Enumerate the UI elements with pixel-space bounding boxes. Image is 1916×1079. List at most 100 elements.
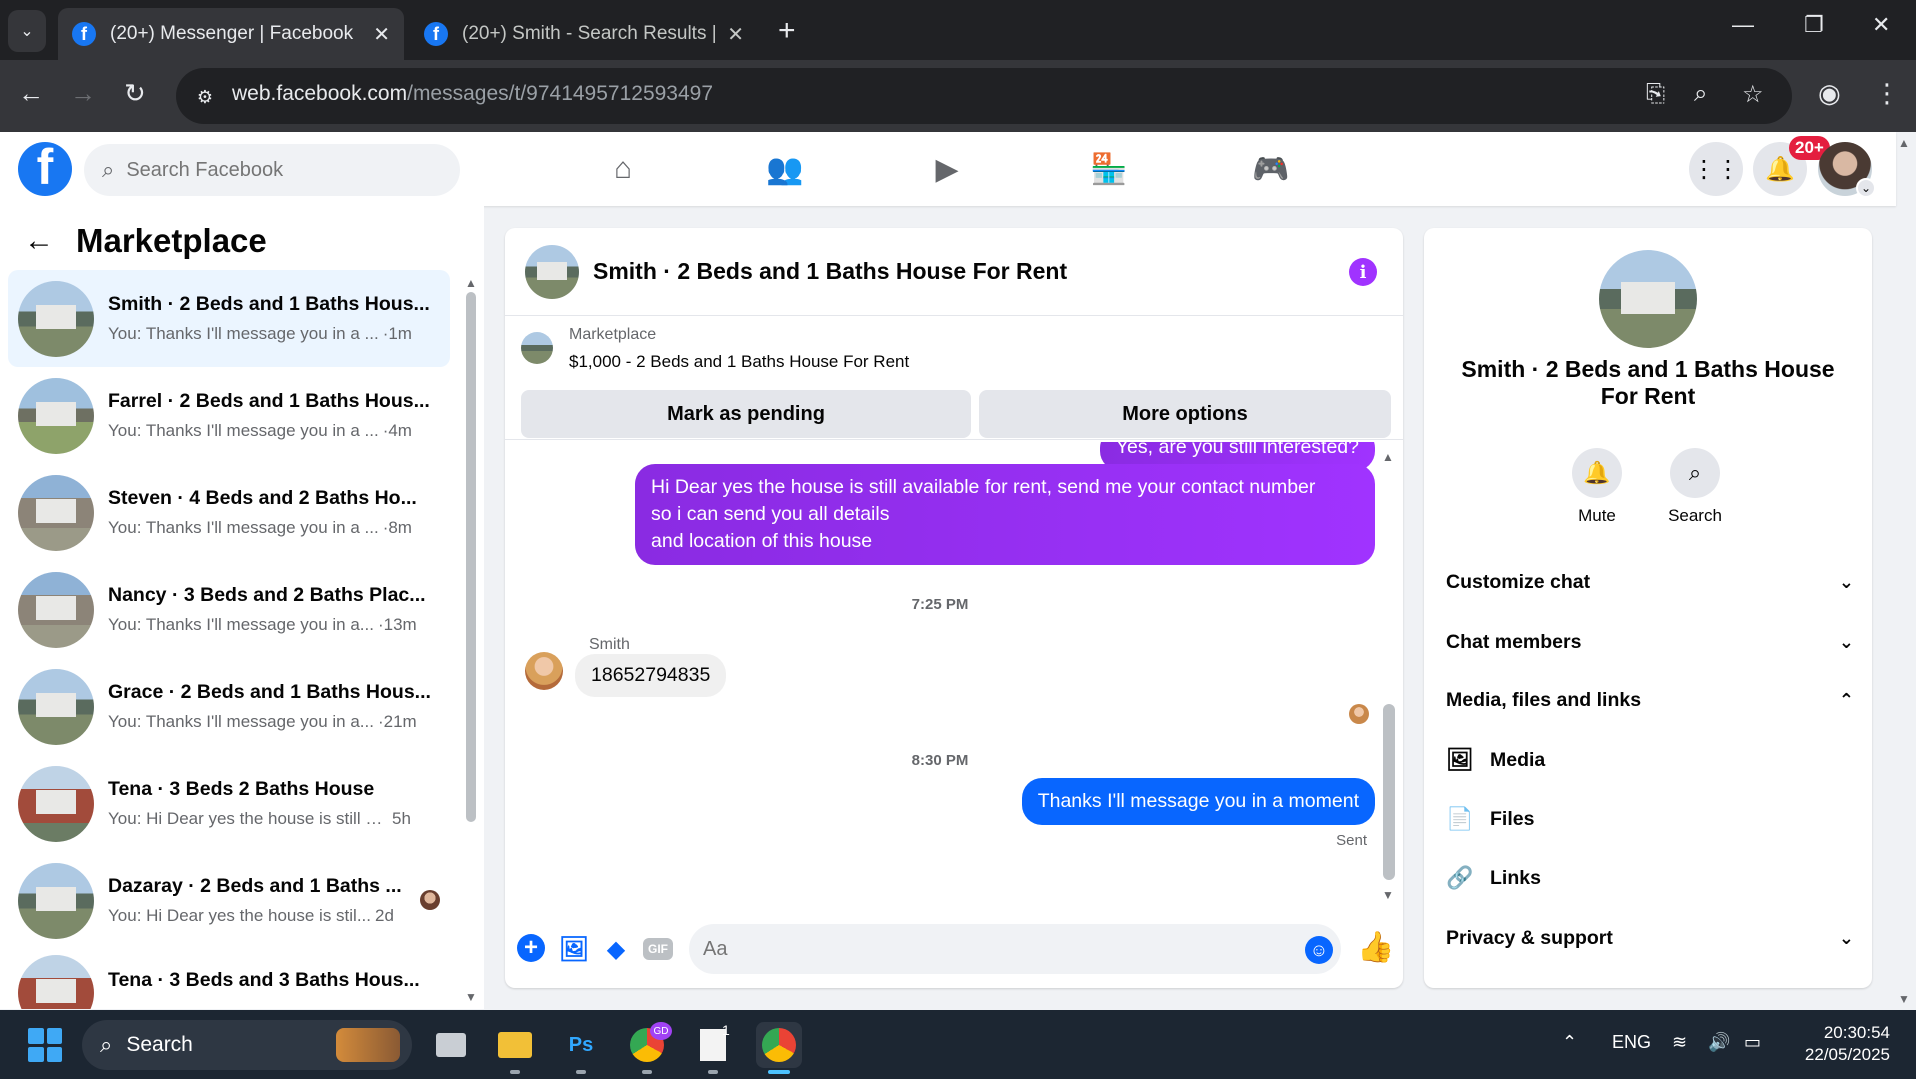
- thumbs-up-icon[interactable]: 👍: [1357, 930, 1394, 965]
- image-icon: 🖼: [1446, 747, 1474, 772]
- conversation-snippet: You: Thanks I'll message you in a...: [108, 712, 374, 731]
- mute-action[interactable]: 🔔 Mute: [1552, 448, 1642, 526]
- chevron-down-icon[interactable]: ⌄: [1856, 178, 1876, 198]
- outgoing-message[interactable]: Thanks I'll message you in a moment: [1021, 778, 1375, 825]
- gaming-icon[interactable]: 🎮: [1250, 148, 1292, 190]
- volume-icon[interactable]: 🔊: [1708, 1032, 1730, 1053]
- outgoing-message[interactable]: Hi Dear yes the house is still available…: [635, 464, 1375, 565]
- mark-as-pending-button[interactable]: Mark as pending: [521, 390, 971, 438]
- photoshop-icon[interactable]: Ps: [558, 1022, 604, 1068]
- chat-window: Smith · 2 Beds and 1 Baths House For Ren…: [505, 228, 1403, 988]
- listing-price-title[interactable]: $1,000 - 2 Beds and 1 Baths House For Re…: [569, 352, 909, 372]
- battery-icon[interactable]: ▭: [1744, 1032, 1761, 1053]
- close-icon[interactable]: ✕: [373, 22, 390, 47]
- friends-icon[interactable]: 👥: [764, 148, 806, 190]
- new-tab-button[interactable]: +: [778, 14, 796, 48]
- conversation-item[interactable]: Farrel · 2 Beds and 1 Baths Hous... You:…: [8, 367, 450, 464]
- chrome-active-icon[interactable]: [756, 1022, 802, 1068]
- browser-tab-search-results[interactable]: f (20+) Smith - Search Results | Fa ✕: [410, 8, 758, 60]
- media-files-links-row[interactable]: Media, files and links ⌃: [1446, 678, 1854, 722]
- profile-icon[interactable]: ◉: [1818, 78, 1841, 109]
- file-explorer-icon[interactable]: [492, 1022, 538, 1068]
- menu-dots-icon[interactable]: ⋮: [1874, 78, 1900, 109]
- page-scroll-down-icon[interactable]: ▼: [1898, 992, 1910, 1006]
- tab-search-button[interactable]: ⌄: [8, 10, 46, 52]
- browser-tab-messenger[interactable]: f (20+) Messenger | Facebook ✕: [58, 8, 404, 60]
- conversation-item[interactable]: Tena · 3 Beds 2 Baths House You: Hi Dear…: [8, 755, 450, 852]
- wifi-icon[interactable]: ≋: [1672, 1032, 1687, 1053]
- language-indicator[interactable]: ENG: [1612, 1032, 1651, 1053]
- scroll-down-arrow-icon[interactable]: ▼: [1382, 888, 1394, 902]
- sender-avatar[interactable]: [525, 652, 563, 690]
- plus-icon[interactable]: +: [517, 934, 545, 962]
- scroll-up-arrow-icon[interactable]: ▲: [465, 276, 477, 290]
- back-arrow-icon[interactable]: ←: [24, 224, 54, 258]
- search-action[interactable]: ⌕ Search: [1650, 448, 1740, 526]
- taskbar-search[interactable]: ⌕ Search: [82, 1020, 412, 1070]
- forward-icon[interactable]: →: [70, 78, 96, 109]
- conversation-item[interactable]: Grace · 2 Beds and 1 Baths Hous... You: …: [8, 658, 450, 755]
- gif-icon[interactable]: GIF: [643, 938, 673, 960]
- facebook-logo-icon[interactable]: f: [18, 142, 72, 196]
- video-icon[interactable]: ▶: [926, 148, 968, 190]
- address-bar[interactable]: ⚙ web.facebook.com/messages/t/9741495712…: [176, 68, 1792, 124]
- url-text[interactable]: web.facebook.com/messages/t/974149571259…: [232, 82, 713, 106]
- conversation-name: Nancy · 3 Beds and 2 Baths Plac...: [108, 584, 426, 606]
- sticker-icon[interactable]: ◆: [601, 934, 631, 964]
- reload-icon[interactable]: ↻: [124, 78, 146, 109]
- conversation-item[interactable]: Steven · 4 Beds and 2 Baths Ho... You: T…: [8, 464, 450, 561]
- home-icon[interactable]: ⌂: [602, 148, 644, 190]
- restore-icon[interactable]: ❐: [1804, 12, 1824, 38]
- close-icon[interactable]: ✕: [727, 22, 744, 47]
- running-indicator: [510, 1070, 520, 1074]
- conversation-item[interactable]: Tena · 3 Beds and 3 Baths Hous...: [8, 949, 450, 1009]
- chevron-up-icon[interactable]: ⌃: [1562, 1032, 1577, 1053]
- chevron-down-icon: ⌄: [20, 23, 34, 40]
- search-icon: ⌕: [102, 157, 115, 182]
- menu-grid-icon[interactable]: ⋮⋮: [1689, 142, 1743, 196]
- files-item[interactable]: 📄 Files: [1446, 799, 1534, 839]
- page-scroll-up-icon[interactable]: ▲: [1898, 136, 1910, 150]
- windows-start-icon[interactable]: [28, 1028, 62, 1062]
- facebook-favicon-icon: f: [424, 22, 448, 46]
- back-icon[interactable]: ←: [18, 78, 44, 109]
- scroll-down-arrow-icon[interactable]: ▼: [465, 990, 477, 1004]
- bookmark-star-icon[interactable]: ☆: [1742, 80, 1764, 109]
- emoji-icon[interactable]: ☺: [1305, 936, 1333, 964]
- window-close-icon[interactable]: ✕: [1872, 12, 1890, 38]
- zoom-icon[interactable]: ⌕: [1694, 80, 1707, 108]
- search-input[interactable]: [126, 158, 427, 182]
- listing-thumbnail[interactable]: [521, 332, 553, 364]
- conversation-time: ·13m: [377, 615, 417, 634]
- media-item[interactable]: 🖼 Media: [1446, 740, 1545, 780]
- conversation-item[interactable]: Nancy · 3 Beds and 2 Baths Plac... You: …: [8, 561, 450, 658]
- minimize-icon[interactable]: —: [1732, 12, 1754, 38]
- incoming-message[interactable]: 18652794835: [575, 654, 727, 697]
- conversation-item[interactable]: Smith · 2 Beds and 1 Baths Hous... You: …: [8, 270, 450, 367]
- scroll-up-arrow-icon[interactable]: ▲: [1382, 450, 1394, 464]
- task-view-icon[interactable]: [428, 1022, 474, 1068]
- privacy-support-row[interactable]: Privacy & support ⌄: [1446, 916, 1854, 960]
- conversation-item[interactable]: Dazaray · 2 Beds and 1 Baths ... You: Hi…: [8, 852, 450, 949]
- customize-chat-row[interactable]: Customize chat ⌄: [1446, 560, 1854, 604]
- chat-title[interactable]: Smith · 2 Beds and 1 Baths House For Ren…: [593, 258, 1067, 285]
- active-indicator: [768, 1070, 790, 1074]
- links-item[interactable]: 🔗 Links: [1446, 858, 1541, 898]
- conversation-avatar[interactable]: [1599, 250, 1697, 348]
- system-clock[interactable]: 20:30:54 22/05/2025: [1794, 1022, 1890, 1066]
- panel-title: Marketplace: [76, 222, 267, 259]
- conversation-scrollbar[interactable]: [466, 292, 476, 822]
- install-app-icon[interactable]: ⎘: [1646, 80, 1665, 108]
- more-options-button[interactable]: More options: [979, 390, 1391, 438]
- conversation-time: ·8m: [382, 518, 412, 537]
- message-input[interactable]: [689, 924, 1341, 974]
- facebook-search[interactable]: ⌕: [84, 144, 460, 196]
- chat-listing-thumbnail[interactable]: [525, 244, 579, 299]
- marketplace-icon[interactable]: 🏪: [1088, 148, 1130, 190]
- info-icon[interactable]: i: [1349, 258, 1377, 286]
- site-info-icon[interactable]: ⚙: [190, 82, 220, 112]
- chat-scrollbar[interactable]: [1383, 704, 1395, 880]
- chat-members-row[interactable]: Chat members ⌄: [1446, 620, 1854, 664]
- conversation-name: Tena · 3 Beds 2 Baths House: [108, 778, 375, 800]
- photo-icon[interactable]: 🖼: [559, 934, 589, 964]
